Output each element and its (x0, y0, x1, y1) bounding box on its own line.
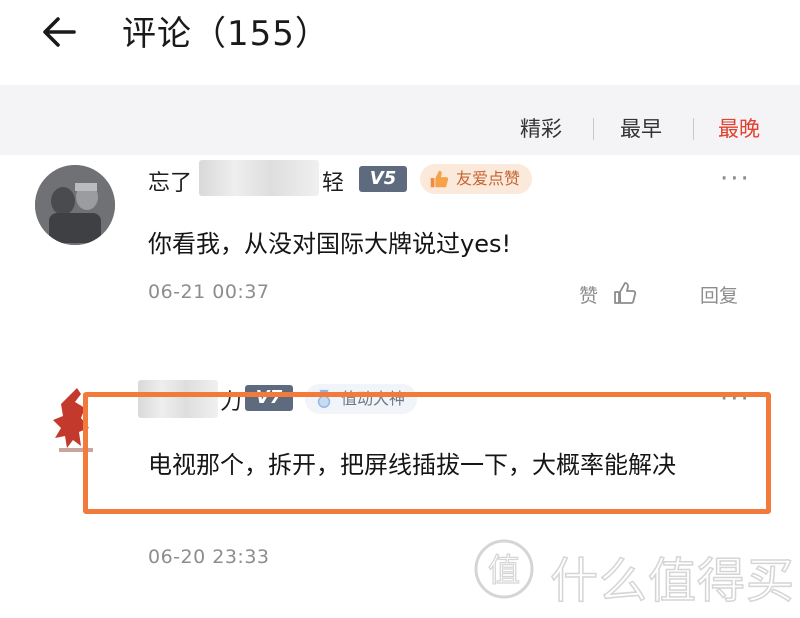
sort-tab-featured[interactable]: 精彩 (520, 113, 562, 143)
avatar[interactable] (35, 165, 115, 245)
sort-divider (693, 118, 694, 140)
back-arrow-icon[interactable] (38, 10, 82, 54)
page-title: 评论（155） (122, 14, 330, 54)
username[interactable]: 轻 (322, 165, 344, 197)
highlight-box (83, 392, 771, 514)
sort-tab-latest[interactable]: 最晚 (718, 113, 760, 143)
header: 评论（155） (0, 0, 800, 85)
watermark-logo-icon: 值 (474, 539, 534, 599)
more-options-icon[interactable]: ··· (720, 164, 751, 194)
comment-time: 06-21 00:37 (148, 281, 270, 303)
avatar-image (35, 165, 115, 245)
username[interactable]: 忘了 (148, 165, 192, 197)
reply-button[interactable]: 回复 (700, 281, 738, 308)
sort-bar (0, 85, 800, 155)
sort-divider (593, 118, 594, 140)
blurred-username (199, 160, 319, 196)
like-label: 赞 (579, 285, 599, 307)
watermark-text: 什么值得买 (549, 552, 796, 610)
comment-time: 06-20 23:33 (148, 546, 270, 568)
thumbs-up-icon[interactable] (611, 279, 639, 307)
comment-text: 你看我，从没对国际大牌说过yes! (148, 230, 512, 258)
like-button[interactable]: 赞 (579, 281, 598, 308)
thumbs-up-icon (430, 170, 449, 188)
watermark-logo-glyph: 值 (488, 551, 520, 589)
level-badge: V5 (359, 166, 407, 192)
honor-badge-label: 友爱点赞 (456, 169, 521, 188)
honor-badge: 友爱点赞 (420, 164, 533, 194)
sort-tab-earliest[interactable]: 最早 (620, 113, 662, 143)
watermark: 值 什么值得买 (472, 535, 795, 610)
